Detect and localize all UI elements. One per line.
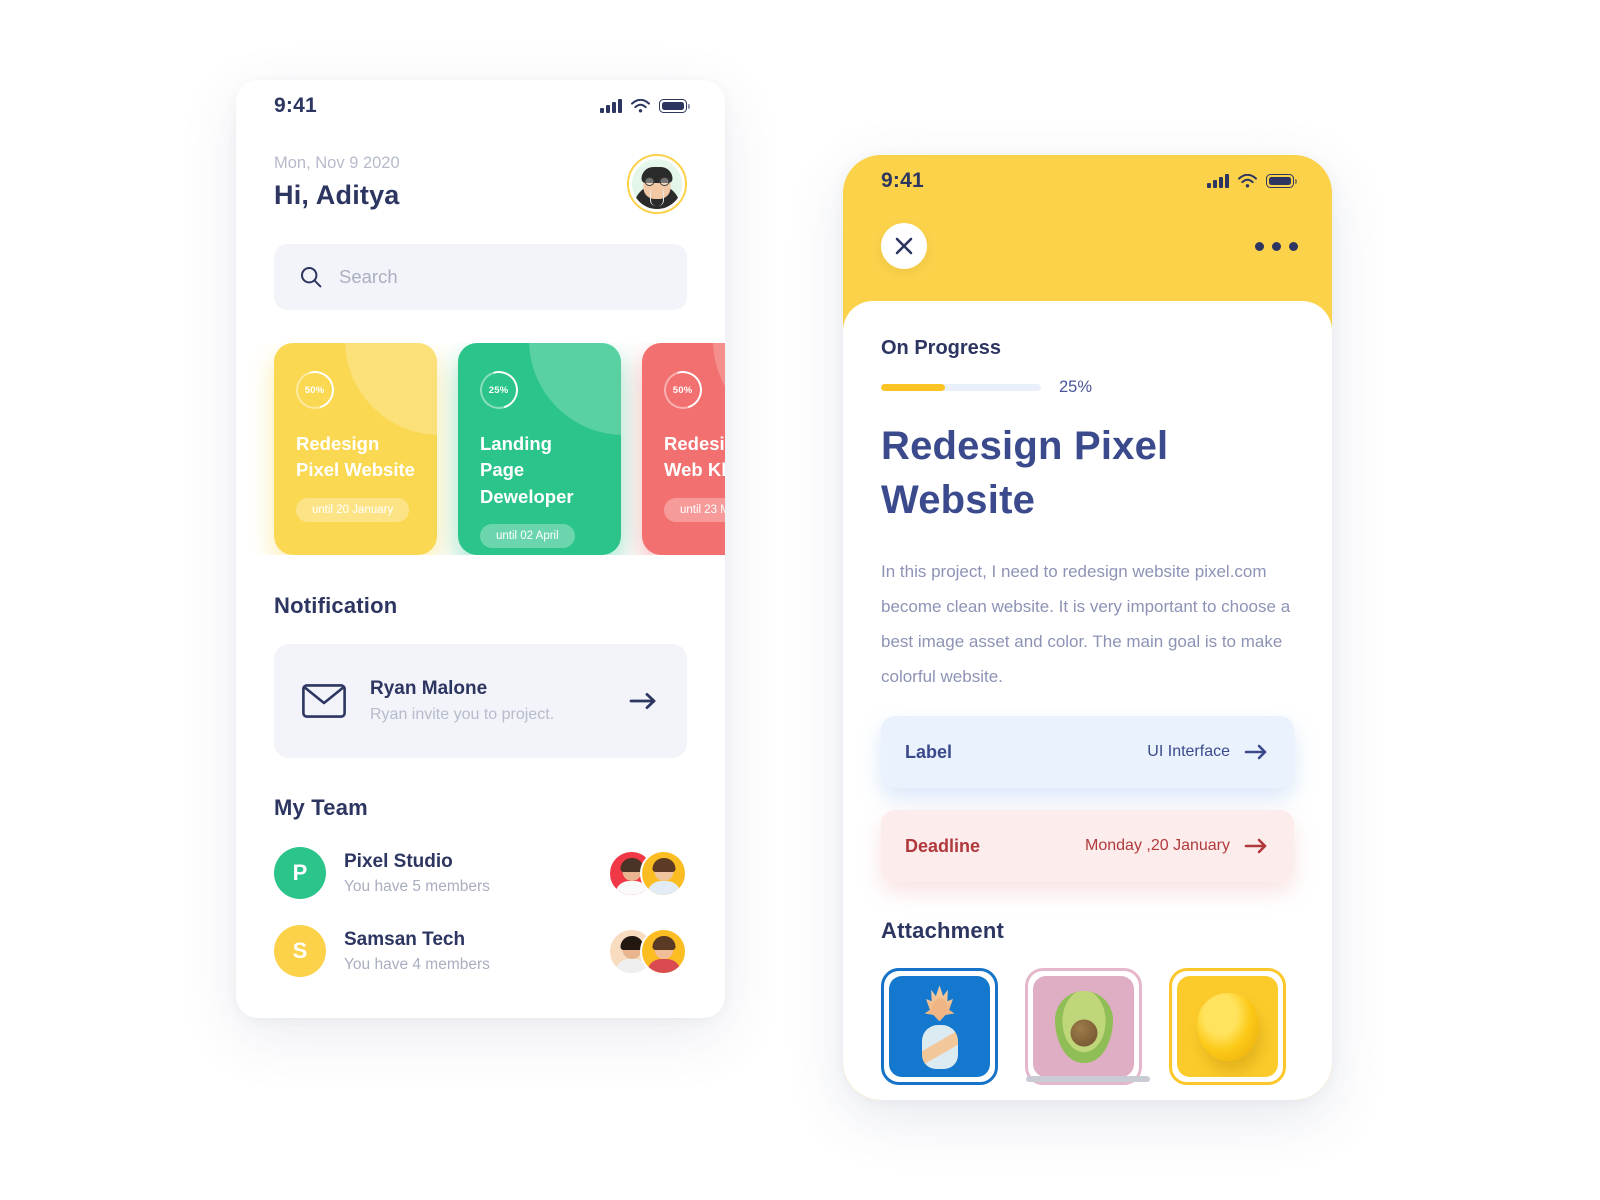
avocado-image — [1033, 976, 1134, 1078]
home-header: Mon, Nov 9 2020 Hi, Aditya — [236, 132, 725, 214]
detail-sheet: On Progress 25% Redesign Pixel Website I… — [843, 301, 1332, 1100]
team-name: Samsan Tech — [344, 928, 466, 950]
lemon-image — [1177, 976, 1278, 1078]
project-card[interactable]: 50% Redesign Pixel Website until 20 Janu… — [274, 343, 437, 555]
wifi-icon — [1238, 174, 1257, 188]
pineapple-thumbnail[interactable] — [881, 968, 998, 1086]
label-card-title: Label — [905, 741, 953, 762]
notification-message: Ryan invite you to project. — [370, 706, 555, 723]
status-icons — [1207, 174, 1298, 188]
detail-navbar — [843, 207, 1332, 269]
status-icons — [600, 99, 691, 113]
notification-card[interactable]: Ryan Malone Ryan invite you to project. — [274, 644, 687, 758]
team-initial: P — [292, 860, 308, 885]
page-title: Redesign Pixel Website — [881, 424, 1169, 522]
team-member-avatars[interactable] — [608, 849, 687, 897]
pineapple-image — [889, 976, 990, 1078]
team-info: Samsan Tech You have 4 members — [344, 929, 590, 974]
more-options-icon — [1255, 241, 1264, 251]
team-initial: S — [292, 938, 308, 963]
project-progress: 25% — [489, 384, 509, 396]
avatar — [640, 849, 687, 897]
team-info: Pixel Studio You have 5 members — [344, 851, 590, 896]
team-list-item[interactable]: P Pixel Studio You have 5 members — [274, 847, 687, 899]
home-screen-phone: 9:41 Mon, Nov 9 2020 Hi, Aditya Search 5… — [236, 80, 725, 1018]
label-card[interactable]: Label UI Interface — [881, 716, 1294, 789]
team-member-count: You have 4 members — [344, 955, 490, 973]
team-initial-badge: S — [274, 925, 326, 977]
notification-sender: Ryan Malone — [370, 678, 488, 699]
battery-icon — [1266, 174, 1298, 188]
battery-icon — [659, 99, 691, 113]
team-section: My Team P Pixel Studio You have 5 member… — [236, 795, 725, 977]
notification-text: Ryan Malone Ryan invite you to project. — [370, 678, 605, 724]
project-progress: 50% — [673, 384, 693, 396]
team-initial-badge: P — [274, 847, 326, 899]
screenshot-canvas: 9:41 Mon, Nov 9 2020 Hi, Aditya Search 5… — [0, 0, 1600, 1200]
project-title: Redesign Pixel Website — [296, 433, 415, 481]
search-input[interactable]: Search — [274, 244, 687, 310]
project-due-chip: until 02 April — [480, 523, 575, 548]
status-time: 9:41 — [881, 169, 924, 192]
project-detail-phone: 9:41 On Progress 25% Redesign Pixel Webs… — [843, 155, 1332, 1100]
status-time: 9:41 — [274, 94, 317, 117]
team-member-avatars[interactable] — [608, 927, 687, 975]
greeting-block: Mon, Nov 9 2020 Hi, Aditya — [274, 154, 400, 211]
arrow-right-icon[interactable] — [1244, 743, 1270, 761]
attachment-section-title: Attachment — [881, 918, 1005, 944]
deadline-card[interactable]: Deadline Monday ,20 January — [881, 810, 1294, 883]
deadline-card-title: Deadline — [905, 835, 981, 856]
user-avatar[interactable] — [627, 154, 687, 214]
notification-section: Notification Ryan Malone Ryan invite you… — [236, 593, 725, 758]
project-title: Redesign Web Kli — [664, 433, 725, 481]
progress-ring-icon: 50% — [289, 364, 341, 416]
attachment-list — [881, 968, 1294, 1086]
team-member-count: You have 5 members — [344, 877, 490, 895]
greeting-title: Hi, Aditya — [274, 180, 400, 210]
notification-section-title: Notification — [274, 593, 398, 618]
project-description: In this project, I need to redesign webs… — [881, 562, 1291, 686]
progress-percent: 25% — [1059, 378, 1093, 396]
close-icon — [895, 237, 913, 255]
current-date: Mon, Nov 9 2020 — [274, 154, 400, 172]
progress-bar-fill — [881, 384, 945, 391]
progress-ring-icon: 50% — [657, 364, 709, 416]
progress-row: 25% — [881, 378, 1294, 397]
deadline-card-value: Monday ,20 January — [1085, 837, 1230, 855]
project-title: Landing Page Deweloper — [480, 433, 574, 507]
label-card-value: UI Interface — [1147, 743, 1230, 761]
avocado-thumbnail[interactable] — [1025, 968, 1142, 1086]
team-section-title: My Team — [274, 795, 368, 820]
progress-label: On Progress — [881, 337, 1002, 359]
home-indicator[interactable] — [1025, 1076, 1150, 1082]
signal-bars-icon — [600, 99, 622, 113]
project-card[interactable]: 25% Landing Page Deweloper until 02 Apri… — [458, 343, 621, 555]
search-icon — [301, 267, 322, 288]
project-progress: 50% — [305, 384, 325, 396]
team-name: Pixel Studio — [344, 850, 453, 872]
project-due-chip: until 20 January — [296, 497, 410, 522]
project-due-chip: until 23 May — [664, 497, 725, 522]
arrow-right-icon[interactable] — [1244, 837, 1270, 855]
progress-bar — [881, 384, 1041, 391]
close-button[interactable] — [881, 223, 927, 269]
avatar-illustration — [632, 159, 682, 209]
status-bar-detail: 9:41 — [843, 155, 1332, 207]
wifi-icon — [631, 99, 650, 113]
signal-bars-icon — [1207, 174, 1229, 188]
project-cards-carousel[interactable]: 50% Redesign Pixel Website until 20 Janu… — [236, 343, 725, 555]
envelope-icon — [302, 684, 346, 718]
arrow-right-icon[interactable] — [629, 691, 659, 711]
progress-ring-icon: 25% — [473, 364, 525, 416]
avatar — [640, 927, 687, 975]
team-list-item[interactable]: S Samsan Tech You have 4 members — [274, 925, 687, 977]
project-card[interactable]: 50% Redesign Web Kli until 23 May — [642, 343, 725, 555]
status-bar-home: 9:41 — [236, 80, 725, 132]
lemon-thumbnail[interactable] — [1169, 968, 1286, 1086]
search-placeholder: Search — [339, 266, 398, 287]
more-options-button[interactable] — [1255, 241, 1298, 251]
